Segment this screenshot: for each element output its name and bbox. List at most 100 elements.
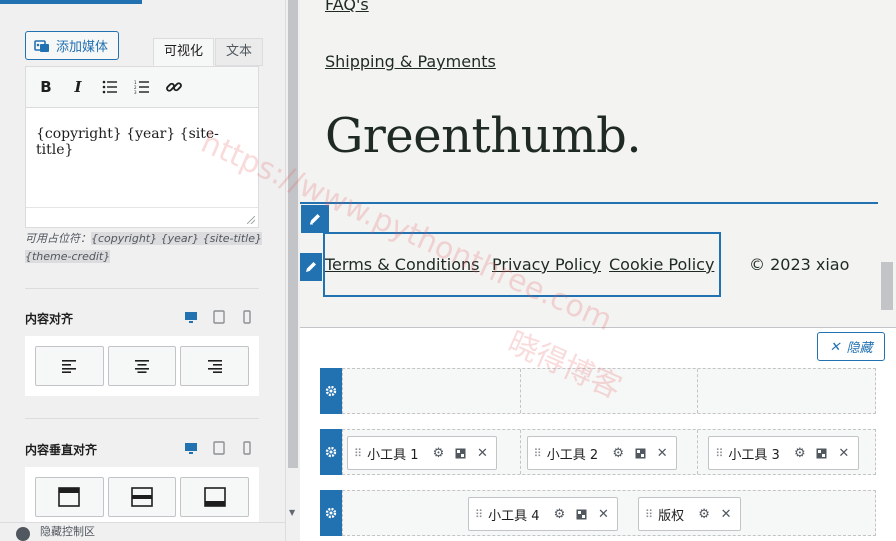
row-settings-button[interactable] [320, 490, 342, 536]
editor-content[interactable]: {copyright} {year} {site-title} [26, 108, 258, 208]
remove-icon[interactable]: ✕ [654, 445, 670, 461]
scrollbar-thumb[interactable] [881, 262, 893, 310]
svg-text:3: 3 [134, 90, 137, 94]
content-valign-buttons [25, 467, 259, 527]
gear-icon[interactable]: ⚙ [610, 445, 626, 461]
gear-icon [325, 507, 337, 519]
valign-top-icon [58, 487, 81, 507]
gear-icon [325, 446, 337, 458]
gear-icon[interactable]: ⚙ [696, 506, 712, 522]
align-right-button[interactable] [180, 346, 250, 386]
numbered-list-icon[interactable]: 123 [132, 77, 152, 97]
widget-item[interactable]: ⠿ 小工具 1 ⚙ ✕ [347, 436, 498, 470]
align-left-button[interactable] [35, 346, 104, 386]
valign-bottom-icon [203, 487, 226, 507]
mobile-icon[interactable] [240, 441, 254, 455]
panel-scrollbar[interactable]: ▼ [285, 0, 300, 541]
drag-handle-icon[interactable]: ⠿ [645, 508, 653, 521]
resize-handle[interactable] [26, 207, 258, 227]
shipping-link[interactable]: Shipping & Payments [325, 52, 496, 71]
align-center-button[interactable] [107, 346, 177, 386]
widget-label: 小工具 2 [546, 447, 599, 463]
gear-icon[interactable]: ⚙ [430, 445, 446, 461]
drag-handle-icon[interactable]: ⠿ [534, 447, 542, 460]
align-center-icon [135, 360, 149, 373]
widget-edit-icon[interactable] [632, 445, 648, 461]
footer-link[interactable]: Terms & Conditions [325, 255, 479, 274]
footer-separator [300, 202, 878, 204]
builder-cell[interactable]: ⠿ 小工具 4 ⚙ ✕ ⠿ 版权 ⚙ ✕ [343, 491, 875, 535]
drag-handle-icon[interactable]: ⠿ [475, 508, 483, 521]
widget-edit-icon[interactable] [814, 445, 830, 461]
drag-handle-icon[interactable]: ⠿ [354, 447, 362, 460]
row-settings-button[interactable] [320, 429, 342, 475]
widget-item[interactable]: ⠿ 小工具 4 ⚙ ✕ [468, 497, 619, 531]
section-divider [25, 418, 259, 419]
widget-label: 版权 [658, 508, 685, 524]
tablet-icon[interactable] [212, 441, 226, 455]
customizer-panel: 添加媒体 可视化 文本 B I 123 {copyright} {year} {… [0, 0, 300, 541]
builder-row: ⠿ 小工具 4 ⚙ ✕ ⠿ 版权 ⚙ ✕ [320, 490, 876, 536]
widget-item[interactable]: ⠿ 版权 ⚙ ✕ [638, 497, 742, 531]
builder-row [320, 368, 876, 414]
widget-edit-icon[interactable] [452, 445, 468, 461]
bold-icon[interactable]: B [36, 77, 56, 97]
widget-item[interactable]: ⠿ 小工具 3 ⚙ ✕ [708, 436, 859, 470]
add-media-button[interactable]: 添加媒体 [25, 31, 119, 60]
preview-scrollbar[interactable] [878, 0, 896, 327]
align-left-icon [62, 360, 77, 373]
device-switcher [184, 441, 254, 455]
builder-cell[interactable]: ⠿ 小工具 3 ⚙ ✕ [698, 430, 875, 474]
widget-label: 小工具 4 [488, 508, 540, 524]
tab-text[interactable]: 文本 [215, 38, 264, 66]
builder-cell[interactable]: ⠿ 小工具 1 ⚙ ✕ [343, 430, 521, 474]
bulleted-list-icon[interactable] [100, 77, 120, 97]
drag-handle-icon[interactable]: ⠿ [715, 447, 723, 460]
content-align-buttons [25, 336, 259, 396]
remove-icon[interactable]: ✕ [836, 445, 852, 461]
remove-icon[interactable]: ✕ [718, 506, 734, 522]
remove-icon[interactable]: ✕ [474, 445, 490, 461]
tablet-icon[interactable] [212, 310, 226, 324]
mobile-icon[interactable] [240, 310, 254, 324]
valign-middle-icon [131, 487, 153, 507]
row-settings-button[interactable] [320, 368, 342, 414]
hide-controls-bar[interactable]: 隐藏控制区 [0, 522, 285, 541]
remove-icon[interactable]: ✕ [595, 506, 611, 522]
builder-cell[interactable] [343, 369, 521, 413]
footer-link[interactable]: Cookie Policy [609, 255, 714, 274]
link-icon[interactable] [164, 77, 184, 97]
scroll-down-icon[interactable]: ▼ [289, 508, 295, 517]
editor-toolbar: B I 123 [26, 67, 258, 108]
widget-item[interactable]: ⠿ 小工具 2 ⚙ ✕ [526, 436, 678, 470]
scrollbar-thumb[interactable] [288, 0, 298, 468]
panel-top-accent [0, 0, 142, 4]
builder-cell[interactable]: ⠿ 小工具 2 ⚙ ✕ [521, 430, 699, 474]
widget-label: 小工具 3 [728, 447, 780, 463]
builder-cell[interactable] [521, 369, 699, 413]
pencil-icon [306, 262, 316, 272]
device-switcher [184, 310, 254, 324]
site-title[interactable]: Greenthumb. [325, 108, 642, 164]
builder-cell[interactable] [698, 369, 875, 413]
italic-icon[interactable]: I [68, 77, 88, 97]
gear-icon[interactable]: ⚙ [792, 445, 808, 461]
widget-edit-icon[interactable] [573, 506, 589, 522]
desktop-icon[interactable] [184, 441, 198, 455]
section-divider [25, 288, 259, 289]
valign-top-button[interactable] [35, 477, 104, 517]
gear-icon[interactable]: ⚙ [551, 506, 567, 522]
footer-link[interactable]: Privacy Policy [492, 255, 601, 274]
edit-shortcut-button[interactable] [300, 253, 322, 281]
copyright-text: © 2023 xiao [749, 255, 850, 274]
valign-bottom-button[interactable] [180, 477, 250, 517]
hide-builder-button[interactable]: ✕ 隐藏 [817, 332, 885, 361]
placeholder-note: 可用占位符：{copyright} {year} {site-title} {t… [25, 230, 265, 266]
valign-middle-button[interactable] [107, 477, 177, 517]
tab-visual[interactable]: 可视化 [153, 38, 215, 66]
edit-shortcut-button[interactable] [301, 205, 329, 233]
desktop-icon[interactable] [184, 310, 198, 324]
builder-row: ⠿ 小工具 1 ⚙ ✕ ⠿ 小工具 2 ⚙ ✕ ⠿ 小工具 3 ⚙ ✕ [320, 429, 876, 475]
footer-builder: ✕ 隐藏 ⠿ 小工具 1 ⚙ ✕ ⠿ 小工具 2 ⚙ ✕ ⠿ 小工具 3 ⚙ ✕… [300, 327, 896, 541]
faq-link[interactable]: FAQ's [325, 0, 369, 14]
